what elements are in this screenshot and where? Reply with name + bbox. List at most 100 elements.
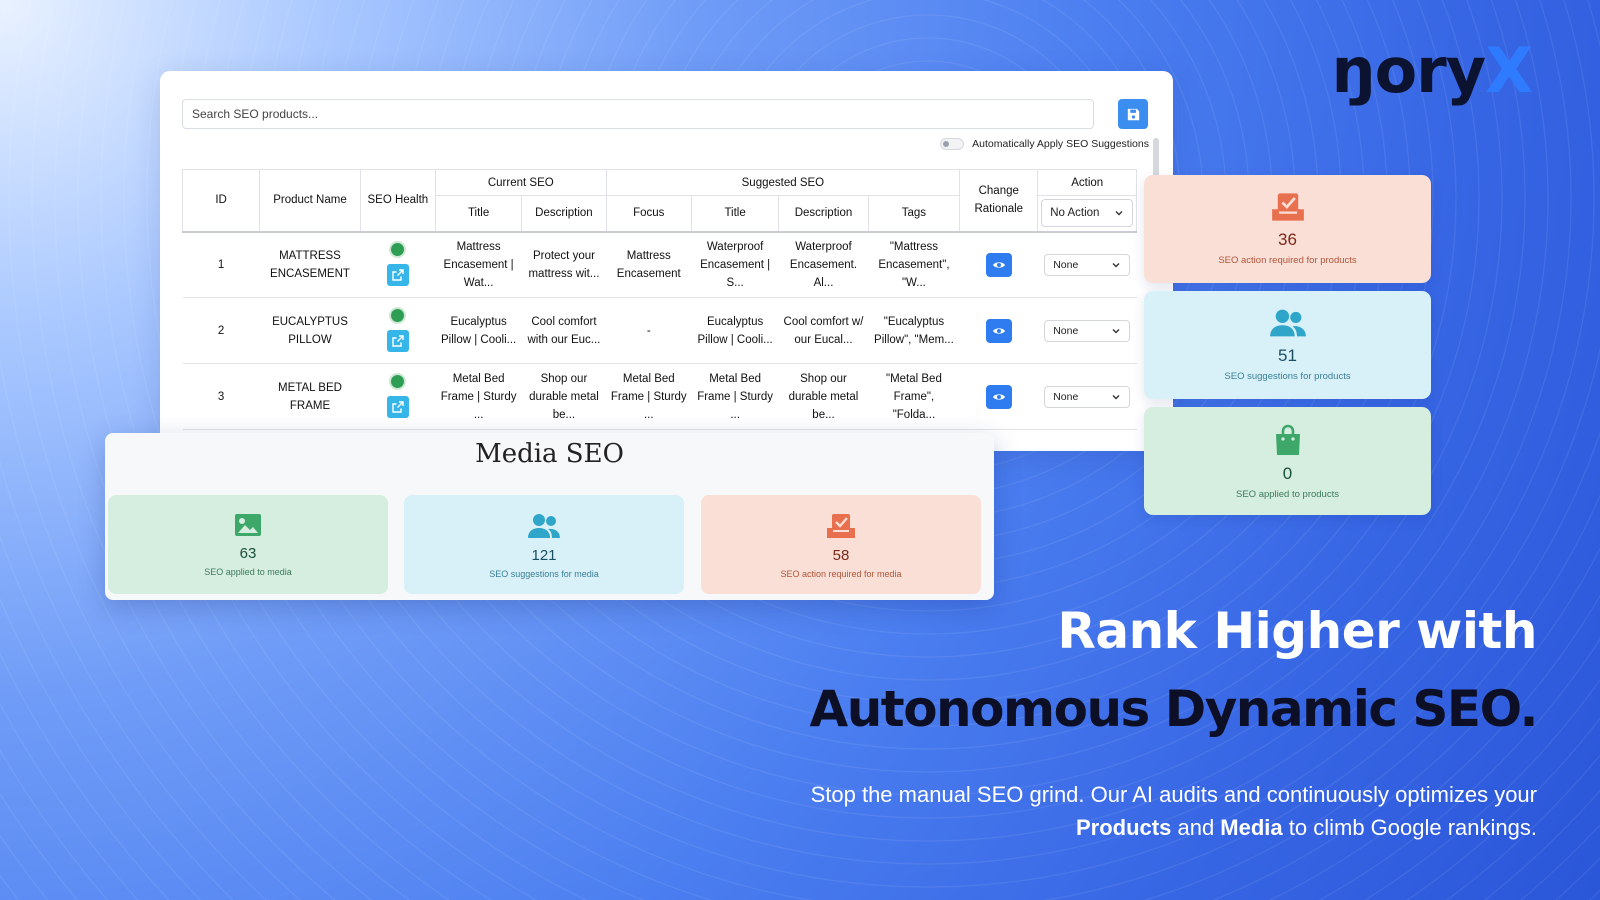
col-id: ID bbox=[183, 170, 260, 232]
row-current-title: Eucalyptus Pillow | Cooli... bbox=[435, 298, 521, 364]
row-rationale bbox=[960, 364, 1038, 430]
floppy-disk-icon bbox=[1127, 108, 1140, 121]
row-action-select[interactable]: None bbox=[1044, 320, 1130, 342]
col-focus: Focus bbox=[606, 196, 691, 232]
media-action-tile: 58 SEO action required for media bbox=[701, 495, 981, 594]
view-rationale-button[interactable] bbox=[986, 319, 1012, 343]
row-action: None bbox=[1038, 232, 1137, 298]
media-seo-title: Media SEO bbox=[105, 439, 994, 469]
col-group-suggested-seo: Suggested SEO bbox=[606, 170, 960, 196]
media-action-label: SEO action required for media bbox=[701, 569, 981, 579]
health-status-dot bbox=[391, 309, 404, 322]
row-id: 2 bbox=[183, 298, 260, 364]
users-icon bbox=[527, 513, 561, 539]
media-suggestions-count: 121 bbox=[404, 547, 684, 564]
chevron-down-icon bbox=[1111, 260, 1121, 270]
product-applied-tile: 0 SEO applied to products bbox=[1144, 407, 1431, 515]
view-rationale-button[interactable] bbox=[986, 385, 1012, 409]
headline-line-1: Rank Higher with bbox=[1057, 602, 1537, 660]
auto-apply-label: Automatically Apply SEO Suggestions bbox=[972, 138, 1149, 150]
product-applied-count: 0 bbox=[1144, 464, 1431, 484]
col-current-description: Description bbox=[522, 196, 606, 232]
table-row[interactable]: 3 METAL BED FRAME Metal Bed Frame | Stur… bbox=[183, 364, 1137, 430]
row-focus: Mattress Encasement bbox=[606, 232, 691, 298]
row-product-name: EUCALYPTUS PILLOW bbox=[260, 298, 361, 364]
row-health bbox=[360, 298, 435, 364]
row-suggested-title: Metal Bed Frame | Sturdy ... bbox=[691, 364, 778, 430]
open-product-button[interactable] bbox=[387, 264, 409, 286]
users-icon bbox=[1269, 308, 1307, 338]
row-current-description: Protect your mattress wit... bbox=[522, 232, 606, 298]
row-tags: "Mattress Encasement", "W... bbox=[868, 232, 959, 298]
table-row[interactable]: 1 MATTRESS ENCASEMENT Mattress Encasemen… bbox=[183, 232, 1137, 298]
col-group-current-seo: Current SEO bbox=[435, 170, 606, 196]
row-rationale bbox=[960, 298, 1038, 364]
col-suggested-description: Description bbox=[779, 196, 868, 232]
col-action: Action bbox=[1038, 170, 1137, 196]
col-current-title: Title bbox=[435, 196, 521, 232]
row-focus: Metal Bed Frame | Sturdy ... bbox=[606, 364, 691, 430]
media-seo-card: Media SEO 63 SEO applied to media 121 SE… bbox=[105, 433, 994, 600]
row-health bbox=[360, 232, 435, 298]
row-focus: - bbox=[606, 298, 691, 364]
action-filter-cell: No Action bbox=[1038, 196, 1137, 232]
eye-icon bbox=[992, 326, 1006, 336]
media-suggestions-label: SEO suggestions for media bbox=[404, 569, 684, 579]
seo-products-table: ID Product Name SEO Health Current SEO S… bbox=[182, 169, 1137, 430]
product-action-label: SEO action required for products bbox=[1144, 255, 1431, 266]
col-product-name: Product Name bbox=[260, 170, 361, 232]
external-link-icon bbox=[392, 401, 404, 413]
row-suggested-title: Eucalyptus Pillow | Cooli... bbox=[691, 298, 778, 364]
row-suggested-description: Cool comfort w/ our Eucal... bbox=[779, 298, 868, 364]
external-link-icon bbox=[392, 335, 404, 347]
product-suggestions-count: 51 bbox=[1144, 346, 1431, 366]
product-suggestions-tile: 51 SEO suggestions for products bbox=[1144, 291, 1431, 399]
row-rationale bbox=[960, 232, 1038, 298]
search-input[interactable] bbox=[182, 99, 1094, 129]
row-product-name: MATTRESS ENCASEMENT bbox=[260, 232, 361, 298]
view-rationale-button[interactable] bbox=[986, 253, 1012, 277]
image-icon bbox=[234, 513, 262, 537]
table-scrollbar[interactable] bbox=[1153, 138, 1159, 178]
checkbox-tray-icon bbox=[826, 513, 856, 539]
action-filter-select[interactable]: No Action bbox=[1041, 199, 1133, 227]
shopping-bag-icon bbox=[1274, 424, 1302, 456]
open-product-button[interactable] bbox=[387, 330, 409, 352]
media-applied-label: SEO applied to media bbox=[108, 567, 388, 577]
chevron-down-icon bbox=[1111, 326, 1121, 336]
row-product-name: METAL BED FRAME bbox=[260, 364, 361, 430]
row-suggested-description: Waterproof Encasement. Al... bbox=[779, 232, 868, 298]
row-action-select[interactable]: None bbox=[1044, 254, 1130, 276]
product-action-count: 36 bbox=[1144, 230, 1431, 250]
row-id: 3 bbox=[183, 364, 260, 430]
col-seo-health: SEO Health bbox=[360, 170, 435, 232]
row-suggested-description: Shop our durable metal be... bbox=[779, 364, 868, 430]
row-action-select[interactable]: None bbox=[1044, 386, 1130, 408]
media-applied-count: 63 bbox=[108, 545, 388, 562]
media-action-count: 58 bbox=[701, 547, 981, 564]
col-tags: Tags bbox=[868, 196, 959, 232]
row-tags: "Metal Bed Frame", "Folda... bbox=[868, 364, 959, 430]
product-applied-label: SEO applied to products bbox=[1144, 489, 1431, 500]
seo-products-panel: Automatically Apply SEO Suggestions ID P… bbox=[160, 71, 1173, 451]
table-row[interactable]: 2 EUCALYPTUS PILLOW Eucalyptus Pillow | … bbox=[183, 298, 1137, 364]
health-status-dot bbox=[391, 243, 404, 256]
col-change-rationale: Change Rationale bbox=[960, 170, 1038, 232]
auto-apply-row: Automatically Apply SEO Suggestions bbox=[940, 138, 1149, 150]
noryx-logo: ŋoryX bbox=[1331, 40, 1532, 102]
eye-icon bbox=[992, 392, 1006, 402]
media-applied-tile: 63 SEO applied to media bbox=[108, 495, 388, 594]
health-status-dot bbox=[391, 375, 404, 388]
row-tags: "Eucalyptus Pillow", "Mem... bbox=[868, 298, 959, 364]
subheadline: Stop the manual SEO grind. Our AI audits… bbox=[777, 778, 1537, 844]
row-current-title: Mattress Encasement | Wat... bbox=[435, 232, 521, 298]
row-health bbox=[360, 364, 435, 430]
auto-apply-toggle[interactable] bbox=[940, 138, 964, 150]
row-action: None bbox=[1038, 298, 1137, 364]
product-suggestions-label: SEO suggestions for products bbox=[1144, 371, 1431, 382]
row-current-description: Cool comfort with our Euc... bbox=[522, 298, 606, 364]
save-button[interactable] bbox=[1118, 99, 1148, 129]
row-id: 1 bbox=[183, 232, 260, 298]
product-action-tile: 36 SEO action required for products bbox=[1144, 175, 1431, 283]
open-product-button[interactable] bbox=[387, 396, 409, 418]
